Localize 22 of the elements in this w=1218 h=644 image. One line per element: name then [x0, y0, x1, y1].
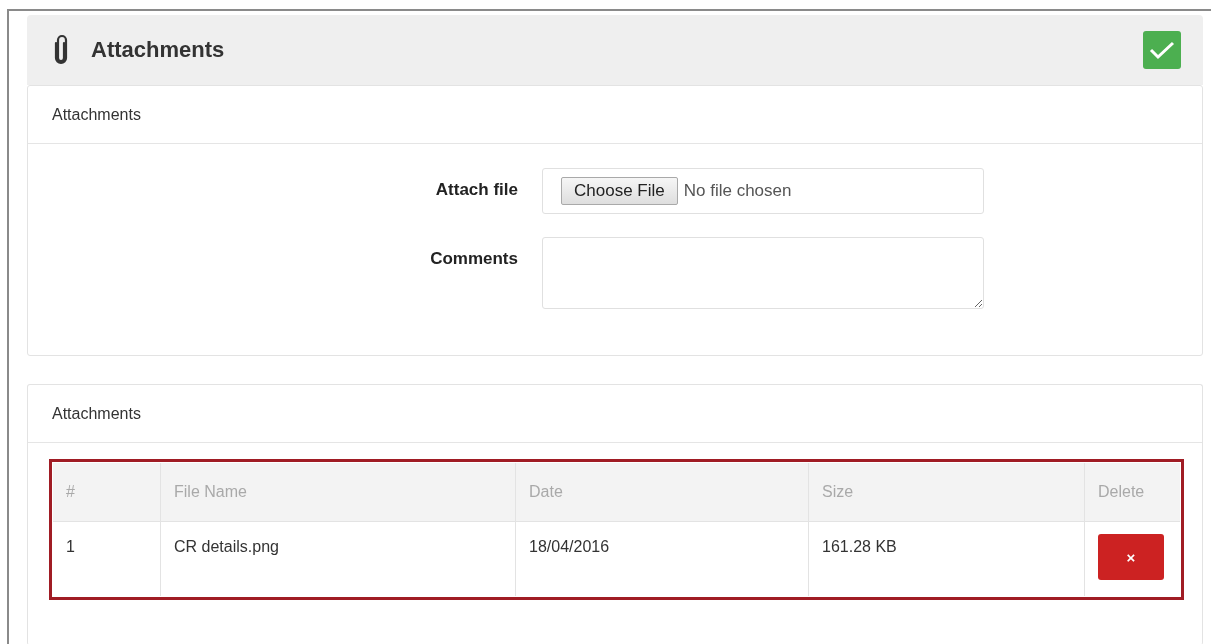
panel-title: Attachments: [28, 86, 1202, 144]
page-title: Attachments: [91, 37, 226, 63]
confirm-button[interactable]: [1143, 31, 1181, 69]
column-header: Date: [515, 463, 809, 522]
column-header: #: [53, 463, 161, 522]
comments-field[interactable]: [542, 237, 984, 309]
column-header: Delete: [1084, 463, 1180, 522]
file-status: No file chosen: [683, 181, 792, 201]
delete-button[interactable]: ×: [1098, 534, 1164, 580]
table-cell: 161.28 KB: [808, 521, 1085, 596]
table-cell: CR details.png: [160, 521, 516, 596]
checkmark-icon: [1149, 40, 1175, 60]
column-header: File Name: [160, 463, 516, 522]
choose-file-button[interactable]: Choose File: [561, 177, 678, 205]
table-cell: 18/04/2016: [515, 521, 809, 596]
table-cell: 1: [53, 521, 161, 596]
field-label: Comments: [429, 248, 518, 270]
paperclip-icon: [53, 34, 69, 66]
column-header: Size: [808, 463, 1085, 522]
field-label: Attach file: [434, 179, 518, 201]
panel-title: Attachments: [28, 385, 1202, 443]
file-input[interactable]: Choose File No file chosen: [542, 168, 984, 214]
